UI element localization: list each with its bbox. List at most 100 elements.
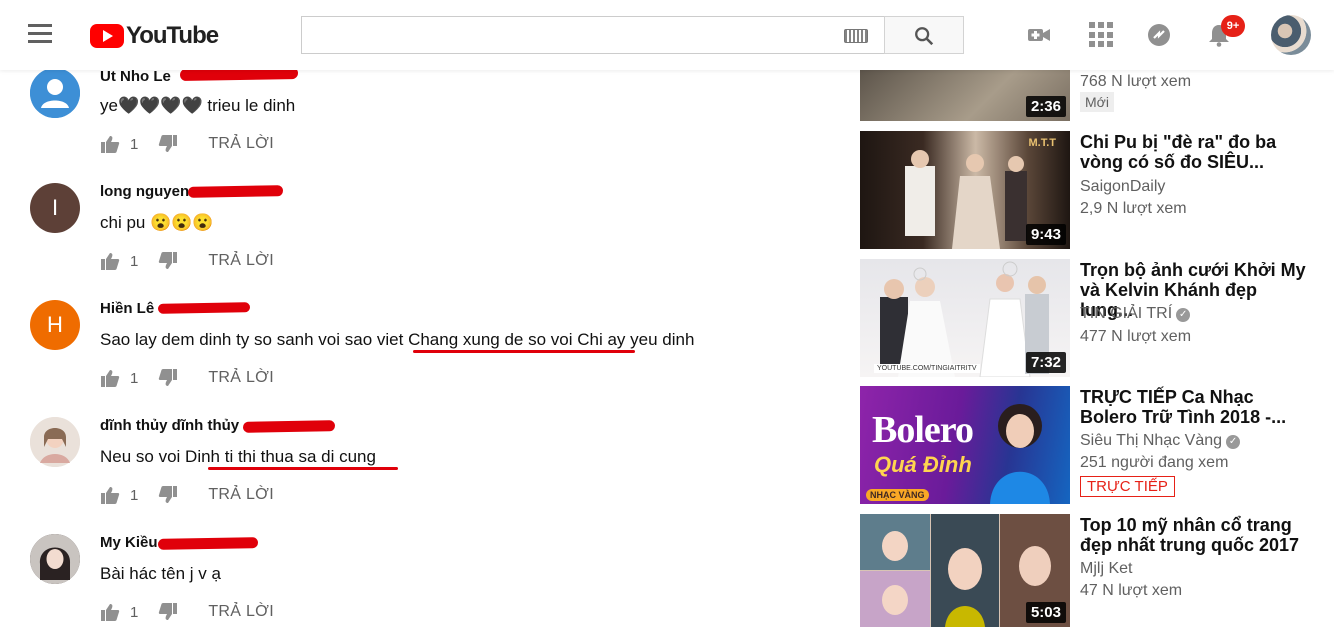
video-thumbnail[interactable]: Bolero Quá Đỉnh NHẠC VÀNG bbox=[860, 386, 1070, 504]
comment-text: ye🖤🖤🖤🖤 trieu le dinh bbox=[100, 96, 296, 115]
thumb-down-icon[interactable] bbox=[158, 368, 178, 388]
redaction-scribble bbox=[187, 185, 284, 198]
create-video-icon[interactable] bbox=[1026, 22, 1052, 48]
comment-text-part: yeu dinh bbox=[625, 330, 695, 349]
comment-actions: 1 TRẢ LỜI bbox=[100, 132, 274, 156]
thumbnail-subtitle: Quá Đỉnh bbox=[874, 452, 972, 477]
search-button[interactable] bbox=[884, 16, 964, 54]
avatar[interactable]: H bbox=[30, 300, 80, 350]
video-thumbnail[interactable]: M.T.T 9:43 bbox=[860, 131, 1070, 249]
comment-text-part: Sao lay dem dinh ty so sanh voi sao viet bbox=[100, 330, 409, 349]
avatar[interactable] bbox=[30, 417, 80, 467]
red-underline bbox=[208, 467, 398, 470]
video-duration: 9:43 bbox=[1025, 224, 1066, 245]
thumb-up-icon[interactable] bbox=[100, 368, 120, 388]
video-channel[interactable]: Siêu Thị Nhạc Vàng ✓ bbox=[1080, 432, 1241, 450]
account-avatar[interactable] bbox=[1271, 15, 1311, 55]
thumb-up-icon[interactable] bbox=[100, 134, 120, 154]
related-video[interactable]: 5:03 Top 10 mỹ nhân cổ trang đẹp nhất tr… bbox=[860, 514, 1320, 627]
video-duration: 5:03 bbox=[1025, 602, 1066, 623]
comment: dĩnh thủy dĩnh thủy Neu so voi Dinh ti t… bbox=[30, 417, 810, 534]
redaction-scribble bbox=[157, 537, 259, 550]
reply-button[interactable]: TRẢ LỜI bbox=[208, 603, 274, 621]
comment-text-highlight: Chang xung de so voi Chi ay bbox=[408, 330, 626, 349]
comment-text-highlight: Dinh ti thi thua sa di cung bbox=[185, 447, 376, 466]
video-channel[interactable]: TIN GIẢI TRÍ ✓ bbox=[1080, 305, 1191, 323]
like-count: 1 bbox=[130, 603, 139, 621]
verified-check-icon: ✓ bbox=[1226, 435, 1241, 449]
related-video[interactable]: YOUTUBE.COM/TINGIAITRITV 7:32 Trọn bộ ản… bbox=[860, 259, 1320, 377]
video-views: 47 N lượt xem bbox=[1080, 582, 1183, 599]
search-input[interactable] bbox=[301, 16, 884, 54]
thumbnail-title: Bolero bbox=[872, 409, 974, 451]
comment-text: Neu so voi Dinh ti thi thua sa di cung bbox=[100, 447, 376, 467]
comment-text: chi pu 😮😮😮 bbox=[100, 213, 214, 232]
default-user-icon bbox=[30, 68, 80, 118]
keyboard-icon[interactable] bbox=[844, 29, 868, 43]
search-icon bbox=[915, 27, 934, 46]
comment: H Hiền Lê Sao lay dem dinh ty so sanh vo… bbox=[30, 300, 810, 417]
comment-author[interactable]: My Kiều bbox=[100, 534, 158, 551]
video-thumbnail[interactable]: 2:36 bbox=[860, 70, 1070, 121]
comment: My Kiều Bài hác tên j v ạ 1 TRẢ LỜI bbox=[30, 534, 810, 627]
channel-name: TIN GIẢI TRÍ bbox=[1080, 305, 1173, 322]
like-count: 1 bbox=[130, 252, 139, 270]
thumbnail-watermark: M.T.T bbox=[1028, 137, 1057, 149]
red-underline bbox=[413, 350, 635, 353]
youtube-play-icon bbox=[90, 24, 124, 48]
reply-button[interactable]: TRẢ LỜI bbox=[208, 135, 274, 153]
video-title[interactable]: TRỰC TIẾP Ca Nhạc Bolero Trữ Tình 2018 -… bbox=[1080, 387, 1310, 427]
thumbnail-tag: NHẠC VÀNG bbox=[866, 489, 929, 501]
comment-text-part: Neu so voi bbox=[100, 447, 186, 466]
thumb-down-icon[interactable] bbox=[158, 485, 178, 505]
comment-text: Bài hác tên j v ạ bbox=[100, 564, 221, 583]
thumb-up-icon[interactable] bbox=[100, 602, 120, 622]
profile-photo bbox=[30, 417, 80, 467]
thumb-down-icon[interactable] bbox=[158, 134, 178, 154]
channel-name: Siêu Thị Nhạc Vàng bbox=[1080, 432, 1223, 449]
share-message-icon[interactable] bbox=[1146, 22, 1172, 48]
thumb-down-icon[interactable] bbox=[158, 251, 178, 271]
video-channel[interactable]: SaigonDaily bbox=[1080, 178, 1165, 196]
masthead: YouTube 9+ bbox=[0, 0, 1334, 70]
video-thumbnail[interactable]: 5:03 bbox=[860, 514, 1070, 627]
apps-icon[interactable] bbox=[1089, 22, 1115, 48]
comment-actions: 1 TRẢ LỜI bbox=[100, 366, 274, 390]
video-thumbnail[interactable]: YOUTUBE.COM/TINGIAITRITV 7:32 bbox=[860, 259, 1070, 377]
comment-actions: 1 TRẢ LỜI bbox=[100, 600, 274, 624]
reply-button[interactable]: TRẢ LỜI bbox=[208, 486, 274, 504]
related-video[interactable]: M.T.T 9:43 Chi Pu bị "đè ra" đo ba vòng … bbox=[860, 131, 1320, 249]
related-video[interactable]: 2:36 768 N lượt xem Mới bbox=[860, 70, 1320, 121]
youtube-logo[interactable]: YouTube bbox=[90, 22, 219, 50]
comment-author[interactable]: Hiền Lê bbox=[100, 300, 154, 317]
avatar[interactable] bbox=[30, 534, 80, 584]
reply-button[interactable]: TRẢ LỜI bbox=[208, 252, 274, 270]
avatar[interactable]: I bbox=[30, 183, 80, 233]
reply-button[interactable]: TRẢ LỜI bbox=[208, 369, 274, 387]
thumb-up-icon[interactable] bbox=[100, 251, 120, 271]
comment-author[interactable]: long nguyen bbox=[100, 183, 189, 200]
comment: Ut Nho Le ye🖤🖤🖤🖤 trieu le dinh 1 TRẢ LỜI bbox=[30, 66, 810, 183]
thumb-up-icon[interactable] bbox=[100, 485, 120, 505]
video-title[interactable]: Chi Pu bị "đè ra" đo ba vòng có số đo SI… bbox=[1080, 132, 1310, 172]
verified-check-icon: ✓ bbox=[1176, 308, 1191, 322]
avatar[interactable] bbox=[30, 68, 80, 118]
like-count: 1 bbox=[130, 369, 139, 387]
menu-icon[interactable] bbox=[28, 24, 58, 46]
new-badge: Mới bbox=[1080, 92, 1114, 112]
thumb-down-icon[interactable] bbox=[158, 602, 178, 622]
video-views: 2,9 N lượt xem bbox=[1080, 200, 1187, 217]
comment-actions: 1 TRẢ LỜI bbox=[100, 483, 274, 507]
notification-count-badge: 9+ bbox=[1221, 15, 1245, 37]
comment-text: Sao lay dem dinh ty so sanh voi sao viet… bbox=[100, 330, 694, 350]
like-count: 1 bbox=[130, 486, 139, 504]
video-title[interactable]: Top 10 mỹ nhân cổ trang đẹp nhất trung q… bbox=[1080, 515, 1310, 555]
comment-author[interactable]: dĩnh thủy dĩnh thủy bbox=[100, 417, 239, 434]
video-channel[interactable]: Mjlj Ket bbox=[1080, 560, 1132, 578]
comment-actions: 1 TRẢ LỜI bbox=[100, 249, 274, 273]
video-views: 251 người đang xem bbox=[1080, 454, 1229, 471]
live-badge: TRỰC TIẾP bbox=[1080, 476, 1175, 497]
related-video[interactable]: Bolero Quá Đỉnh NHẠC VÀNG TRỰC TIẾP Ca N… bbox=[860, 386, 1320, 504]
redaction-scribble bbox=[157, 302, 251, 314]
comment-author[interactable]: Ut Nho Le bbox=[100, 68, 171, 85]
